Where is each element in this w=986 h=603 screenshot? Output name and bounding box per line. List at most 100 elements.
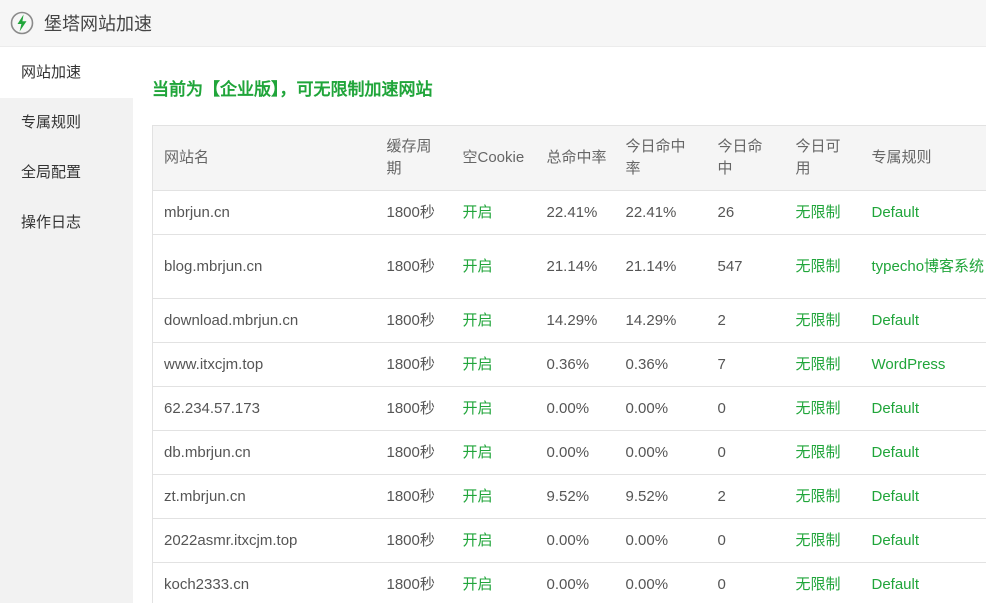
sidebar-item-operation-log[interactable]: 操作日志 (0, 198, 133, 248)
table-row: 2022asmr.itxcjm.top 1800秒 开启 0.00% 0.00% 0 无限制… (152, 518, 986, 563)
cell-total-hit-rate: 0.00% (535, 386, 615, 431)
cell-site-name: 62.234.57.173 (152, 386, 376, 431)
cell-today-hits: 0 (706, 430, 785, 475)
cell-today-hits: 2 (706, 298, 785, 343)
title-bar: 堡塔网站加速 (0, 0, 986, 47)
cell-empty-cookie[interactable]: 开启 (451, 518, 536, 563)
col-header-exclusive-rule: 专属规则 (860, 125, 986, 191)
cell-exclusive-rule[interactable]: Default (860, 430, 986, 475)
cell-cache-period: 1800秒 (375, 298, 452, 343)
cell-total-hit-rate: 0.00% (535, 562, 615, 603)
cell-total-hit-rate: 9.52% (535, 474, 615, 519)
cell-empty-cookie[interactable]: 开启 (451, 474, 536, 519)
cell-exclusive-rule[interactable]: Default (860, 386, 986, 431)
table-header-row: 网站名 缓存周期 空Cookie 总命中率 今日命中率 今日命中 今日可用 专属… (152, 125, 986, 191)
cell-cache-period: 1800秒 (375, 430, 452, 475)
cell-today-hit-rate: 0.00% (614, 518, 707, 563)
cell-exclusive-rule[interactable]: Default (860, 298, 986, 343)
cell-today-hits: 7 (706, 342, 785, 387)
cell-site-name: zt.mbrjun.cn (152, 474, 376, 519)
col-header-today-hit-rate: 今日命中率 (614, 125, 707, 191)
edition-banner: 当前为【企业版】，可无限制加速网站 (152, 80, 433, 99)
cell-site-name: download.mbrjun.cn (152, 298, 376, 343)
table-row: blog.mbrjun.cn 1800秒 开启 21.14% 21.14% 547 无限制 t… (152, 234, 986, 299)
cell-today-hit-rate: 22.41% (614, 190, 707, 235)
cell-cache-period: 1800秒 (375, 234, 452, 299)
col-header-empty-cookie: 空Cookie (451, 125, 536, 191)
cell-today-hits: 0 (706, 386, 785, 431)
cell-exclusive-rule[interactable]: typecho博客系统 (860, 234, 986, 299)
col-header-site-name: 网站名 (152, 125, 376, 191)
cell-today-hit-rate: 0.00% (614, 386, 707, 431)
sidebar: 网站加速 专属规则 全局配置 操作日志 (0, 48, 133, 603)
cell-cache-period: 1800秒 (375, 386, 452, 431)
site-table-container: 网站名 缓存周期 空Cookie 总命中率 今日命中率 今日命中 今日可用 专属… (152, 125, 986, 603)
cell-exclusive-rule[interactable]: Default (860, 562, 986, 603)
cell-today-available: 无限制 (784, 190, 861, 235)
cell-empty-cookie[interactable]: 开启 (451, 342, 536, 387)
cell-total-hit-rate: 22.41% (535, 190, 615, 235)
cell-today-available: 无限制 (784, 518, 861, 563)
lightning-bolt-icon (10, 11, 34, 35)
cell-site-name: blog.mbrjun.cn (152, 234, 376, 299)
table-row: db.mbrjun.cn 1800秒 开启 0.00% 0.00% 0 无限制 Default (152, 430, 986, 475)
cell-exclusive-rule[interactable]: Default (860, 474, 986, 519)
sidebar-item-exclusive-rules[interactable]: 专属规则 (0, 98, 133, 148)
col-header-cache-period: 缓存周期 (375, 125, 452, 191)
cell-today-available: 无限制 (784, 342, 861, 387)
cell-site-name: 2022asmr.itxcjm.top (152, 518, 376, 563)
cell-exclusive-rule[interactable]: WordPress (860, 342, 986, 387)
cell-empty-cookie[interactable]: 开启 (451, 386, 536, 431)
cell-today-hits: 0 (706, 562, 785, 603)
cell-today-hits: 2 (706, 474, 785, 519)
cell-today-hit-rate: 9.52% (614, 474, 707, 519)
table-row: www.itxcjm.top 1800秒 开启 0.36% 0.36% 7 无限制 WordP… (152, 342, 986, 387)
cell-today-hits: 547 (706, 234, 785, 299)
main-panel: 当前为【企业版】，可无限制加速网站 网站名 缓存周期 空Cookie 总命中率 … (133, 48, 986, 603)
cell-empty-cookie[interactable]: 开启 (451, 190, 536, 235)
cell-total-hit-rate: 0.00% (535, 518, 615, 563)
app-title: 堡塔网站加速 (44, 14, 152, 34)
cell-total-hit-rate: 0.36% (535, 342, 615, 387)
cell-total-hit-rate: 0.00% (535, 430, 615, 475)
cell-today-available: 无限制 (784, 298, 861, 343)
cell-empty-cookie[interactable]: 开启 (451, 298, 536, 343)
cell-today-hit-rate: 0.00% (614, 430, 707, 475)
cell-cache-period: 1800秒 (375, 562, 452, 603)
cell-site-name: www.itxcjm.top (152, 342, 376, 387)
col-header-today-available: 今日可用 (784, 125, 861, 191)
cell-today-hit-rate: 14.29% (614, 298, 707, 343)
cell-empty-cookie[interactable]: 开启 (451, 562, 536, 603)
cell-site-name: koch2333.cn (152, 562, 376, 603)
cell-total-hit-rate: 21.14% (535, 234, 615, 299)
cell-today-available: 无限制 (784, 234, 861, 299)
col-header-total-hit-rate: 总命中率 (535, 125, 615, 191)
cell-today-available: 无限制 (784, 386, 861, 431)
table-row: 62.234.57.173 1800秒 开启 0.00% 0.00% 0 无限制 Defaul… (152, 386, 986, 431)
table-row: koch2333.cn 1800秒 开启 0.00% 0.00% 0 无限制 Default (152, 562, 986, 603)
cell-exclusive-rule[interactable]: Default (860, 518, 986, 563)
cell-today-available: 无限制 (784, 474, 861, 519)
cell-today-hit-rate: 0.00% (614, 562, 707, 603)
sidebar-item-global-config[interactable]: 全局配置 (0, 148, 133, 198)
table-row: download.mbrjun.cn 1800秒 开启 14.29% 14.29% 2 无限… (152, 298, 986, 343)
cell-cache-period: 1800秒 (375, 518, 452, 563)
cell-total-hit-rate: 14.29% (535, 298, 615, 343)
cell-site-name: db.mbrjun.cn (152, 430, 376, 475)
cell-empty-cookie[interactable]: 开启 (451, 234, 536, 299)
cell-today-hits: 26 (706, 190, 785, 235)
cell-site-name: mbrjun.cn (152, 190, 376, 235)
table-row: mbrjun.cn 1800秒 开启 22.41% 22.41% 26 无限制 Default (152, 190, 986, 235)
cell-empty-cookie[interactable]: 开启 (451, 430, 536, 475)
cell-exclusive-rule[interactable]: Default (860, 190, 986, 235)
col-header-today-hits: 今日命中 (706, 125, 785, 191)
cell-today-hit-rate: 0.36% (614, 342, 707, 387)
cell-today-available: 无限制 (784, 430, 861, 475)
cell-today-hit-rate: 21.14% (614, 234, 707, 299)
sidebar-item-site-acceleration[interactable]: 网站加速 (0, 48, 133, 98)
cell-cache-period: 1800秒 (375, 190, 452, 235)
cell-today-available: 无限制 (784, 562, 861, 603)
site-table: 网站名 缓存周期 空Cookie 总命中率 今日命中率 今日命中 今日可用 专属… (152, 125, 986, 603)
table-body: mbrjun.cn 1800秒 开启 22.41% 22.41% 26 无限制 Default… (152, 190, 986, 603)
table-row: zt.mbrjun.cn 1800秒 开启 9.52% 9.52% 2 无限制 Default (152, 474, 986, 519)
